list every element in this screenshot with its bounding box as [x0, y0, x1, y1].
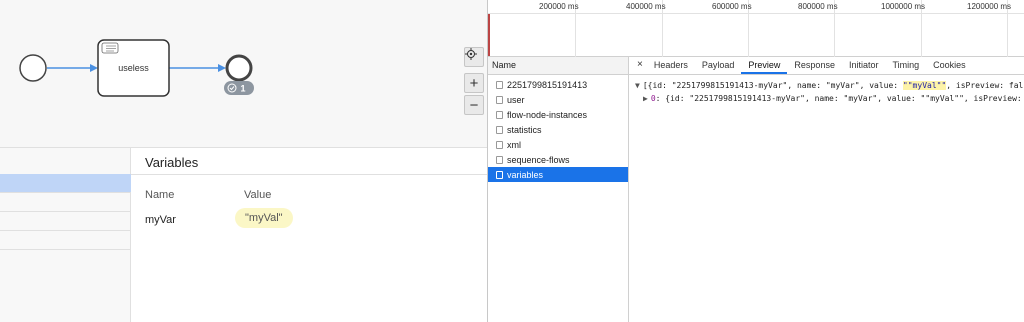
- process-instance-view: useless 1 + − Variables Name Value myVar…: [0, 0, 487, 322]
- zoom-reset-button[interactable]: [464, 47, 484, 67]
- tree-row[interactable]: [0, 231, 131, 250]
- timeline-tick-label: 200000 ms: [539, 2, 579, 11]
- json-preview: ▼ [{id: "2251799815191413-myVar", name: "…: [629, 75, 1024, 109]
- highlighted-value: ""myVal"": [902, 81, 947, 90]
- close-icon[interactable]: ×: [635, 59, 647, 74]
- collapse-triangle-icon[interactable]: ▶: [643, 94, 648, 103]
- request-name: 2251799815191413: [507, 79, 588, 90]
- request-list: Name 2251799815191413 user flow-node-ins…: [488, 57, 629, 322]
- request-item[interactable]: statistics: [488, 122, 628, 137]
- tree-row[interactable]: [0, 193, 131, 212]
- request-name: user: [507, 94, 525, 105]
- request-name: sequence-flows: [507, 154, 570, 165]
- tab-timing[interactable]: Timing: [885, 60, 926, 74]
- task-label: useless: [118, 63, 149, 73]
- tab-cookies[interactable]: Cookies: [926, 60, 973, 74]
- request-item[interactable]: flow-node-instances: [488, 107, 628, 122]
- checkbox-icon: [496, 155, 503, 164]
- request-item-selected[interactable]: variables: [488, 167, 628, 182]
- request-detail: × Headers Payload Preview Response Initi…: [629, 57, 1024, 322]
- checkbox-icon: [496, 125, 503, 134]
- checkbox-icon: [496, 95, 503, 104]
- tab-preview[interactable]: Preview: [741, 60, 788, 74]
- request-list-header[interactable]: Name: [488, 57, 628, 75]
- preview-line[interactable]: ▶ 0: {id: "2251799815191413-myVar", name:…: [635, 92, 1024, 105]
- network-timeline[interactable]: 200000 ms 400000 ms 600000 ms 800000 ms …: [488, 0, 1024, 57]
- request-name: variables: [507, 169, 544, 180]
- tab-initiator[interactable]: Initiator: [842, 60, 886, 74]
- request-name: flow-node-instances: [507, 109, 588, 120]
- tab-headers[interactable]: Headers: [647, 60, 695, 74]
- instance-details: Variables Name Value myVar "myVal": [0, 147, 487, 322]
- tab-response[interactable]: Response: [787, 60, 842, 74]
- preview-line[interactable]: ▼ [{id: "2251799815191413-myVar", name: "…: [635, 79, 1024, 92]
- bpmn-diagram: useless 1 + −: [0, 0, 487, 147]
- checkbox-icon: [496, 140, 503, 149]
- expand-triangle-icon[interactable]: ▼: [635, 81, 640, 90]
- tree-row-selected[interactable]: [0, 174, 131, 193]
- column-header-name: Name: [145, 189, 175, 201]
- instance-history-tree: [0, 148, 131, 322]
- preview-text: , isPreview: false,…: [946, 81, 1024, 90]
- divider: [131, 174, 487, 175]
- checkbox-icon: [496, 170, 503, 179]
- instance-count: 1: [240, 84, 245, 94]
- variable-name: myVar: [145, 214, 176, 226]
- variable-value[interactable]: "myVal": [235, 208, 293, 228]
- request-name: xml: [507, 139, 521, 150]
- timeline-tick-label: 1200000 ms: [967, 2, 1012, 11]
- variables-title: Variables: [145, 155, 199, 170]
- bpmn-canvas: useless 1: [19, 39, 254, 97]
- column-header-value: Value: [244, 189, 272, 201]
- arrowhead-icon: [90, 64, 98, 72]
- start-event[interactable]: [19, 54, 47, 82]
- tree-row[interactable]: [0, 212, 131, 231]
- timeline-tick-label: 1000000 ms: [881, 2, 926, 11]
- detail-tabs: × Headers Payload Preview Response Initi…: [629, 57, 1024, 75]
- preview-text: : {id: "2251799815191413-myVar", name: "…: [655, 94, 1024, 103]
- crosshair-icon: [465, 48, 477, 60]
- timeline-request-bar: [488, 14, 490, 56]
- timeline-tick-label: 600000 ms: [712, 2, 752, 11]
- request-item[interactable]: sequence-flows: [488, 152, 628, 167]
- request-item[interactable]: 2251799815191413: [488, 77, 628, 92]
- zoom-out-button[interactable]: −: [464, 95, 484, 115]
- tab-payload[interactable]: Payload: [695, 60, 742, 74]
- variables-panel: Variables Name Value myVar "myVal": [131, 148, 487, 322]
- checkbox-icon: [496, 110, 503, 119]
- arrowhead-icon: [218, 64, 226, 72]
- zoom-in-button[interactable]: +: [464, 73, 484, 93]
- timeline-ruler: [488, 13, 1024, 14]
- devtools-network-panel: 200000 ms 400000 ms 600000 ms 800000 ms …: [487, 0, 1024, 322]
- end-event[interactable]: [225, 54, 253, 82]
- checkbox-icon: [496, 80, 503, 89]
- request-item[interactable]: xml: [488, 137, 628, 152]
- request-name: statistics: [507, 124, 542, 135]
- timeline-tick-label: 400000 ms: [626, 2, 666, 11]
- request-item[interactable]: user: [488, 92, 628, 107]
- preview-text: [{id: "2251799815191413-myVar", name: "m…: [642, 81, 903, 90]
- timeline-tick-label: 800000 ms: [798, 2, 838, 11]
